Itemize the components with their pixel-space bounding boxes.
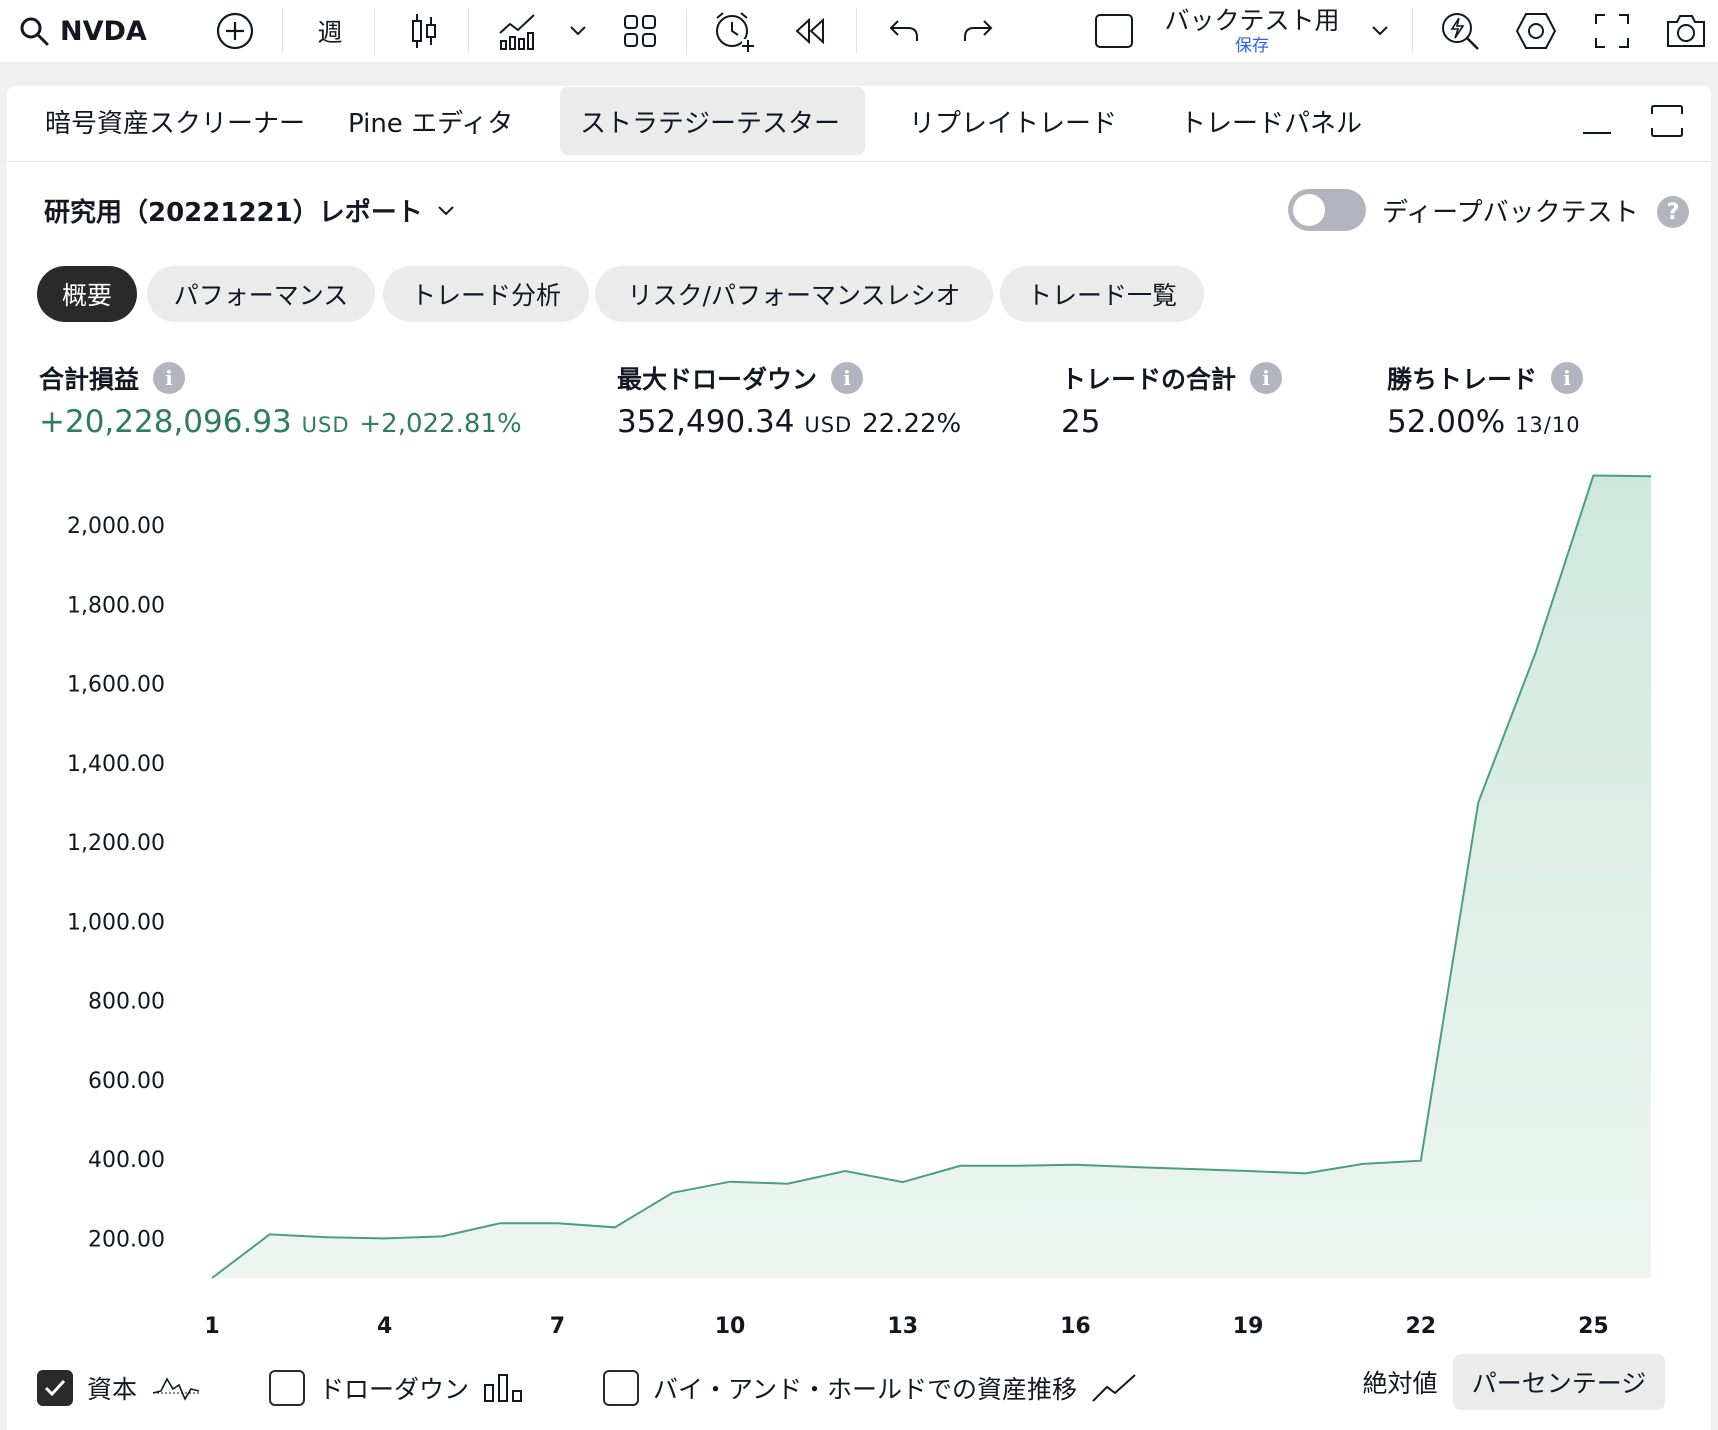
equity-chart: 200.00 400.00 600.00 800.00 1,000.00 1,200.00… [67,474,1652,1336]
y-tick-label: 800.00 [88,990,165,1015]
plus-circle-icon [216,12,254,50]
percentage-toggle[interactable]: パーセンテージ [1453,1354,1665,1410]
equity-label: 資本 [87,1375,138,1404]
quick-search-button[interactable] [1438,0,1482,62]
symbol-label: NVDA [60,15,147,47]
x-axis: 1 4 7 10 13 16 19 22 25 [204,1314,1608,1336]
y-tick-label: 2,000.00 [67,514,165,539]
indicators-icon [499,14,535,50]
layout-square-icon [1095,14,1133,48]
drawdown-bars-icon [484,1374,523,1402]
alert-button[interactable] [712,0,756,62]
trend-line-icon [1092,1374,1136,1402]
chevron-down-icon [1372,26,1388,36]
layout-name: バックテスト用 [1164,6,1340,35]
symbol-search-button[interactable]: NVDA [18,0,147,62]
layout-grid-button[interactable] [620,0,660,62]
equity-checkbox[interactable] [37,1370,73,1406]
equity-area [212,475,1651,1278]
indicators-button[interactable] [496,0,538,62]
y-tick-label: 600.00 [88,1069,165,1094]
x-tick-label: 4 [377,1314,392,1336]
x-tick-label: 16 [1060,1314,1091,1336]
x-tick-label: 22 [1405,1314,1436,1336]
layout-save-status: 保存 [1235,36,1269,56]
layout-select-button[interactable] [1092,0,1136,62]
chart-type-button[interactable] [404,0,444,62]
y-tick-label: 1,600.00 [67,673,165,698]
grid-icon [624,15,656,47]
x-tick-label: 7 [550,1314,565,1336]
legend-buy-hold[interactable]: バイ・アンド・ホールドでの資産推移 [603,1364,1137,1412]
search-icon [20,17,49,46]
add-symbol-button[interactable] [212,0,258,62]
settings-button[interactable] [1514,0,1558,62]
alarm-clock-plus-icon [716,12,755,52]
y-tick-label: 1,200.00 [67,831,165,856]
equity-line-icon [152,1377,200,1401]
candlestick-icon [412,14,436,48]
y-tick-label: 400.00 [88,1148,165,1173]
y-tick-label: 1,400.00 [67,752,165,777]
fullscreen-button[interactable] [1592,0,1632,62]
camera-icon [1667,15,1705,47]
legend-equity[interactable]: 資本 [37,1364,201,1412]
x-tick-label: 13 [887,1314,918,1336]
y-tick-label: 1,000.00 [67,910,165,935]
top-toolbar: NVDA 週 バックテスト用 保存 [0,0,1718,62]
buy-hold-label: バイ・アンド・ホールドでの資産推移 [653,1375,1078,1404]
replay-button[interactable] [790,0,830,62]
y-axis: 200.00 400.00 600.00 800.00 1,000.00 1,200.00… [67,514,165,1252]
buy-hold-checkbox[interactable] [603,1370,639,1406]
indicators-dropdown[interactable] [566,0,590,62]
lightning-search-icon [1442,13,1479,50]
undo-icon [889,20,918,41]
fullscreen-icon [1595,14,1629,48]
gear-icon [1515,13,1557,49]
checkmark-icon [44,1379,66,1397]
x-tick-label: 10 [715,1314,746,1336]
layout-name-button[interactable]: バックテスト用 保存 [1160,0,1344,62]
x-tick-label: 19 [1233,1314,1264,1336]
y-tick-label: 200.00 [88,1227,165,1252]
layout-dropdown[interactable] [1368,0,1392,62]
redo-icon [964,20,993,41]
screenshot-button[interactable] [1664,0,1708,62]
rewind-icon [795,17,824,45]
undo-button[interactable] [884,0,924,62]
y-tick-label: 1,800.00 [67,593,165,618]
drawdown-label: ドローダウン [319,1375,470,1404]
chevron-down-icon [570,26,586,36]
x-tick-label: 1 [204,1314,219,1336]
drawdown-checkbox[interactable] [269,1370,305,1406]
interval-button[interactable]: 週 [310,0,350,62]
redo-button[interactable] [958,0,998,62]
x-tick-label: 25 [1578,1314,1609,1336]
legend-drawdown[interactable]: ドローダウン [269,1364,525,1412]
strategy-tester-panel: 暗号資産スクリーナー Pine エディタ ストラテジーテスター リプレイトレード… [7,86,1711,1430]
absolute-toggle[interactable]: 絶対値 [1337,1354,1463,1410]
